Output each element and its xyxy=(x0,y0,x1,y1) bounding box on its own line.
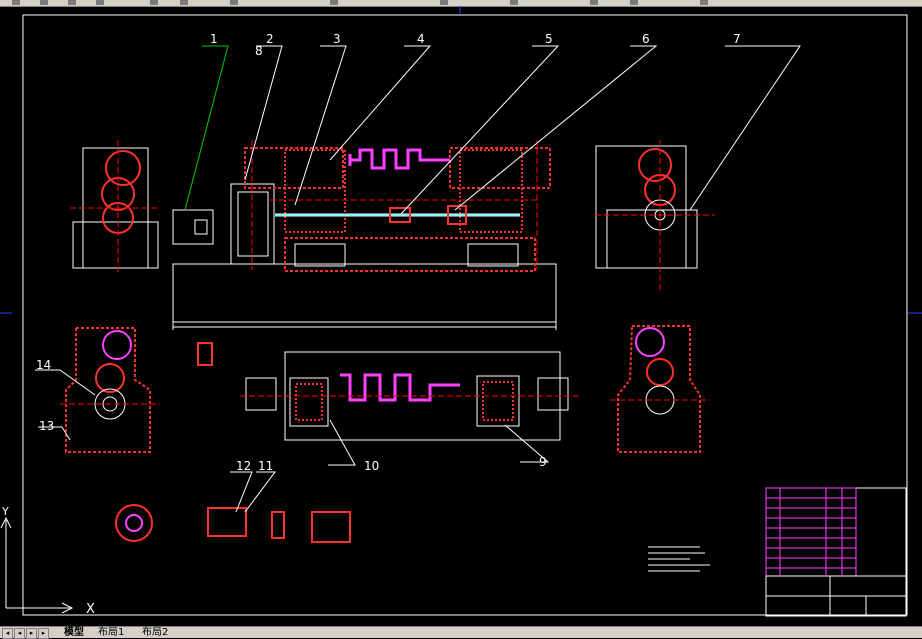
toolbar-icon[interactable] xyxy=(68,0,76,5)
balloon-8: 8 xyxy=(255,44,263,58)
toolbar-icon[interactable] xyxy=(510,0,518,5)
prev-tab-button[interactable]: ◂ xyxy=(14,628,25,639)
balloon-1: 1 xyxy=(210,32,218,46)
detail-views xyxy=(115,342,351,543)
balloon-13: 13 xyxy=(39,419,54,433)
tab-layout2[interactable]: 布局2 xyxy=(140,627,170,638)
right-section-view xyxy=(610,325,710,453)
toolbar-icon[interactable] xyxy=(700,0,708,5)
toolbar-icon[interactable] xyxy=(150,0,158,5)
balloon-9: 9 xyxy=(539,455,547,469)
axis-y-label: Y xyxy=(1,505,9,518)
balloon-5: 5 xyxy=(545,32,553,46)
plan-view xyxy=(240,351,580,441)
tab-layout1[interactable]: 布局1 xyxy=(96,627,126,638)
balloon-numbers: 1 2 3 4 5 6 7 8 9 10 11 12 13 14 xyxy=(36,32,741,473)
technical-notes xyxy=(648,546,710,572)
toolbar-icon[interactable] xyxy=(96,0,104,5)
toolbar-icon[interactable] xyxy=(40,0,48,5)
toolbar-icon[interactable] xyxy=(12,0,20,5)
left-stand xyxy=(244,147,344,189)
next-tab-button[interactable]: ▸ xyxy=(26,628,37,639)
balloon-10: 10 xyxy=(364,459,379,473)
toolbar-icon[interactable] xyxy=(330,0,338,5)
toolbar-icon[interactable] xyxy=(630,0,638,5)
ucs-icon: X Y xyxy=(0,505,95,617)
drawing-border xyxy=(22,14,908,616)
crankshaft xyxy=(348,148,450,170)
left-side-view xyxy=(70,140,160,272)
layout-tab-bar: ◂ ◂ ▸ ▸ 模型 布局1 布局2 xyxy=(0,626,922,639)
title-block xyxy=(765,487,907,617)
toolbar-icon[interactable] xyxy=(230,0,238,5)
balloon-7: 7 xyxy=(733,32,741,46)
balloon-2: 2 xyxy=(266,32,274,46)
axis-x-label: X xyxy=(86,602,95,617)
tab-model[interactable]: 模型 xyxy=(62,627,86,638)
balloon-6: 6 xyxy=(642,32,650,46)
balloon-11: 11 xyxy=(258,459,273,473)
foundation xyxy=(172,263,557,323)
first-tab-button[interactable]: ◂ xyxy=(2,628,13,639)
balloon-3: 3 xyxy=(333,32,341,46)
right-stand xyxy=(449,147,551,189)
balloon-12: 12 xyxy=(236,459,251,473)
drawing-canvas[interactable]: 1 2 3 4 5 6 7 8 9 10 11 12 13 14 X Y xyxy=(0,6,922,626)
right-side-view xyxy=(595,140,715,290)
toolbar-icon[interactable] xyxy=(180,0,188,5)
left-section-view xyxy=(60,327,160,453)
toolbar-icon[interactable] xyxy=(590,0,598,5)
balloon-4: 4 xyxy=(417,32,425,46)
balloon-14: 14 xyxy=(36,358,51,372)
last-tab-button[interactable]: ▸ xyxy=(38,628,49,639)
toolbar-icon[interactable] xyxy=(440,0,448,5)
cad-drawing: 1 2 3 4 5 6 7 8 9 10 11 12 13 14 X Y xyxy=(0,6,922,617)
front-elevation xyxy=(172,140,557,330)
